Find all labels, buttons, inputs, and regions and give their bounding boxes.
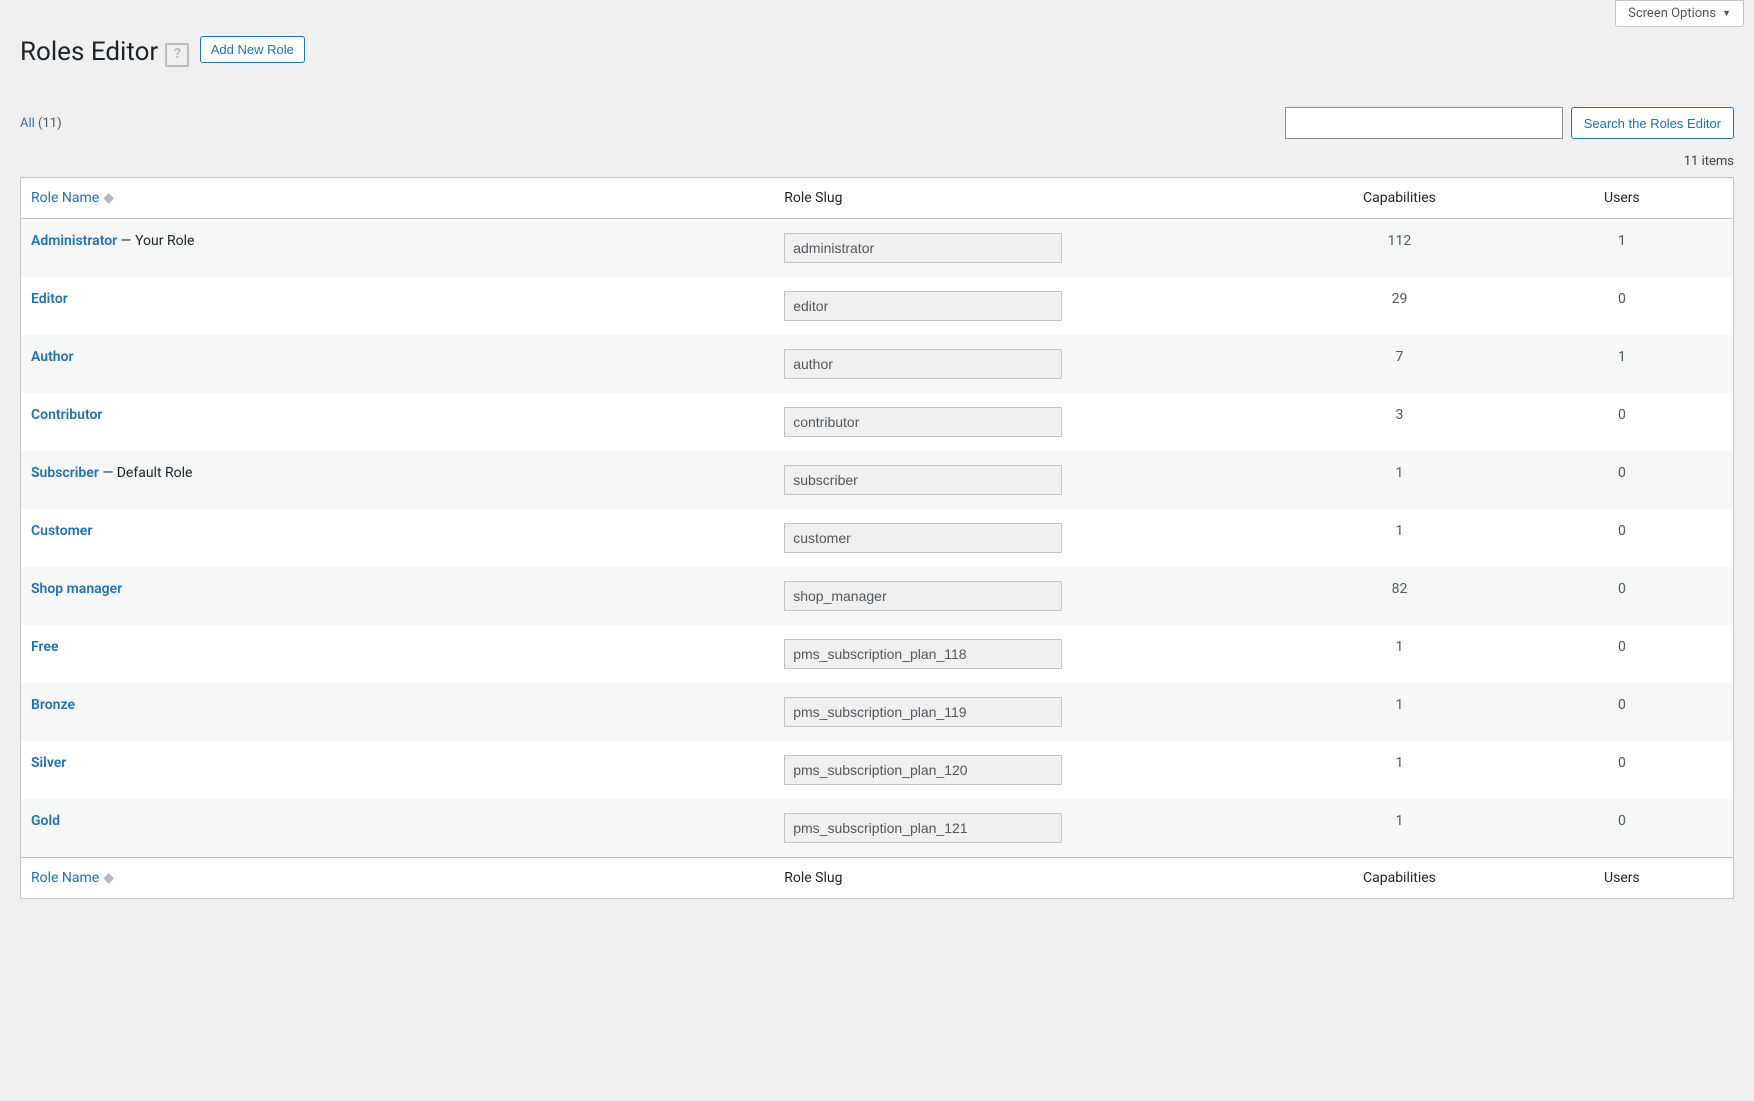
role-slug-input[interactable] (784, 291, 1062, 321)
add-new-role-button[interactable]: Add New Role (200, 36, 305, 63)
role-capabilities: 1 (1288, 509, 1511, 567)
role-link[interactable]: Administrator (31, 233, 117, 249)
table-row: Silver 10 (21, 741, 1734, 799)
role-capabilities: 1 (1288, 741, 1511, 799)
table-row: Bronze 10 (21, 683, 1734, 741)
role-link[interactable]: Contributor (31, 407, 102, 423)
table-row: Subscriber — Default Role 10 (21, 451, 1734, 509)
role-slug-input[interactable] (784, 581, 1062, 611)
role-suffix: — Your Role (117, 233, 194, 249)
role-capabilities: 29 (1288, 277, 1511, 335)
role-users: 0 (1511, 451, 1734, 509)
role-slug-input[interactable] (784, 407, 1062, 437)
page-title: Roles Editor (20, 37, 158, 67)
role-suffix: — Default Role (99, 465, 193, 481)
col-header-role-name[interactable]: Role Name◆ (31, 190, 114, 206)
table-row: Author 71 (21, 335, 1734, 393)
role-link[interactable]: Editor (31, 291, 68, 307)
col-header-capabilities: Capabilities (1288, 178, 1511, 219)
col-footer-role-name[interactable]: Role Name◆ (31, 870, 114, 886)
sort-icon: ◆ (103, 190, 114, 206)
role-users: 0 (1511, 799, 1734, 858)
role-capabilities: 3 (1288, 393, 1511, 451)
role-link[interactable]: Silver (31, 755, 66, 771)
role-link[interactable]: Free (31, 639, 59, 655)
role-slug-input[interactable] (784, 755, 1062, 785)
role-capabilities: 1 (1288, 683, 1511, 741)
role-capabilities: 112 (1288, 219, 1511, 278)
items-count: 11 items (20, 154, 1734, 169)
col-footer-role-name-label: Role Name (31, 870, 99, 886)
chevron-down-icon: ▼ (1722, 8, 1731, 19)
role-capabilities: 1 (1288, 625, 1511, 683)
filter-all-link[interactable]: All (20, 116, 35, 131)
role-users: 0 (1511, 277, 1734, 335)
col-header-users: Users (1511, 178, 1734, 219)
role-slug-input[interactable] (784, 465, 1062, 495)
table-row: Shop manager 820 (21, 567, 1734, 625)
col-footer-users: Users (1511, 858, 1734, 899)
screen-options-toggle[interactable]: Screen Options ▼ (1615, 0, 1744, 27)
role-link[interactable]: Bronze (31, 697, 75, 713)
col-footer-role-slug: Role Slug (774, 858, 1288, 899)
role-users: 0 (1511, 393, 1734, 451)
role-link[interactable]: Shop manager (31, 581, 122, 597)
role-slug-input[interactable] (784, 639, 1062, 669)
role-link[interactable]: Gold (31, 813, 60, 829)
role-capabilities: 7 (1288, 335, 1511, 393)
role-link[interactable]: Customer (31, 523, 92, 539)
role-users: 0 (1511, 683, 1734, 741)
help-icon[interactable]: ? (165, 43, 189, 67)
role-capabilities: 1 (1288, 451, 1511, 509)
role-users: 0 (1511, 509, 1734, 567)
role-slug-input[interactable] (784, 523, 1062, 553)
role-link[interactable]: Author (31, 349, 74, 365)
filter-all-count: (11) (38, 116, 62, 131)
col-header-role-name-label: Role Name (31, 190, 99, 206)
search-button[interactable]: Search the Roles Editor (1571, 107, 1734, 139)
role-capabilities: 1 (1288, 799, 1511, 858)
table-row: Gold 10 (21, 799, 1734, 858)
table-row: Free 10 (21, 625, 1734, 683)
table-row: Contributor 30 (21, 393, 1734, 451)
roles-table: Role Name◆ Role Slug Capabilities Users … (20, 177, 1734, 899)
role-slug-input[interactable] (784, 349, 1062, 379)
role-users: 0 (1511, 625, 1734, 683)
sort-icon: ◆ (103, 870, 114, 886)
search-input[interactable] (1285, 107, 1563, 139)
col-footer-capabilities: Capabilities (1288, 858, 1511, 899)
role-slug-input[interactable] (784, 813, 1062, 843)
role-users: 1 (1511, 219, 1734, 278)
table-row: Administrator — Your Role 1121 (21, 219, 1734, 278)
table-row: Customer 10 (21, 509, 1734, 567)
screen-options-label: Screen Options (1628, 6, 1716, 21)
role-users: 1 (1511, 335, 1734, 393)
table-row: Editor 290 (21, 277, 1734, 335)
role-slug-input[interactable] (784, 697, 1062, 727)
col-header-role-slug: Role Slug (774, 178, 1288, 219)
role-slug-input[interactable] (784, 233, 1062, 263)
role-capabilities: 82 (1288, 567, 1511, 625)
role-users: 0 (1511, 741, 1734, 799)
role-users: 0 (1511, 567, 1734, 625)
role-link[interactable]: Subscriber (31, 465, 99, 481)
